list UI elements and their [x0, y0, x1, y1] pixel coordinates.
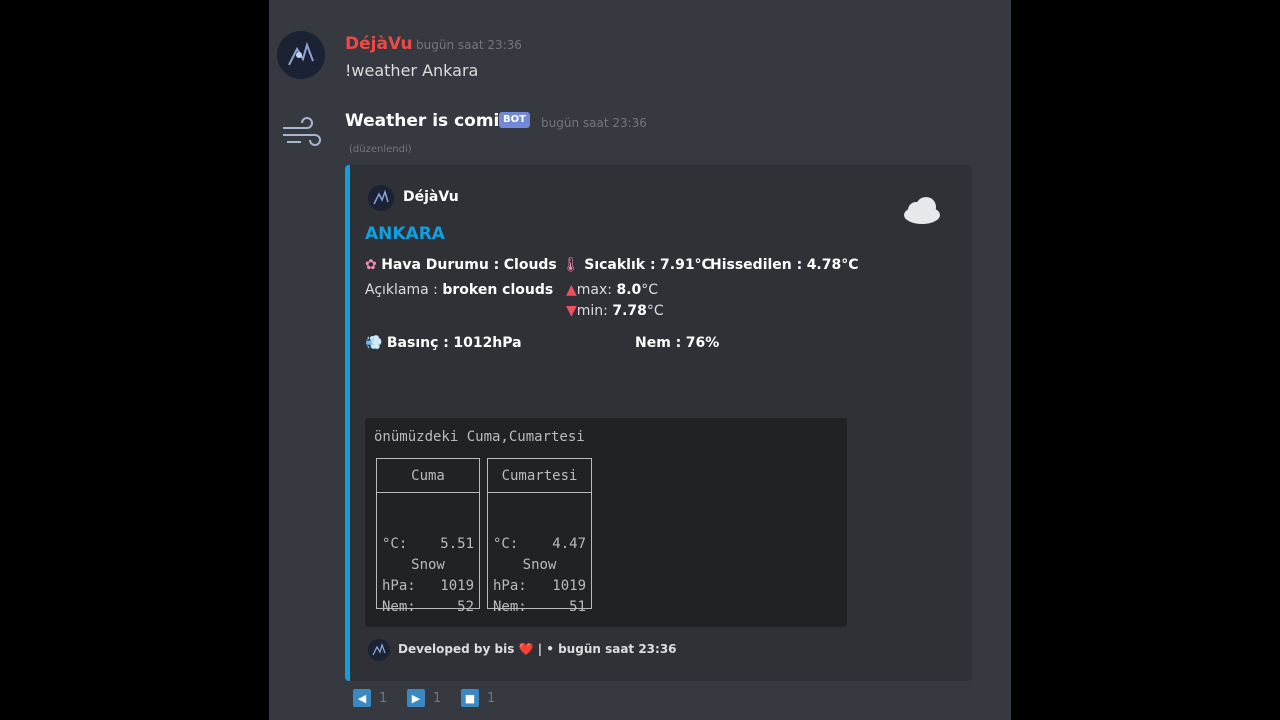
stop-icon: ■: [461, 689, 479, 707]
forecast-code-block: önümüzdeki Cuma,Cumartesi Cuma °C: 5.51 S…: [365, 418, 847, 627]
temp-row: °C: 4.47: [493, 536, 586, 552]
day-header: Cumartesi: [488, 459, 591, 493]
dark-anime-avatar-icon: [368, 639, 390, 661]
dark-anime-avatar-icon: [368, 185, 394, 211]
down-triangle-icon: ▼: [566, 303, 577, 319]
sicaklik-field: 🌡 Sıcaklık : 7.91°C: [562, 257, 712, 273]
forecast-heading: önümüzdeki Cuma,Cumartesi: [374, 429, 585, 445]
bot-username[interactable]: Weather is comin': [345, 111, 517, 131]
max-field: ▲max: 8.0°C: [566, 282, 659, 298]
timestamp: bugün saat 23:36: [416, 38, 522, 52]
edited-label: (düzenlendi): [349, 144, 412, 155]
hava-durumu-field: ✿ Hava Durumu : Clouds: [365, 257, 557, 273]
bot-badge: BOT: [499, 112, 530, 128]
forecast-table-cumartesi: Cumartesi °C: 4.47 Snow hPa: 1019 Nem: 51: [487, 458, 592, 615]
nem-field: Nem : 76%: [635, 335, 720, 351]
condition-row: Snow: [522, 557, 557, 573]
embed-author[interactable]: DéjàVu: [403, 189, 459, 205]
pressure-row: hPa: 1019: [493, 578, 586, 594]
footer-avatar: [368, 639, 390, 661]
timestamp: bugün saat 23:36: [541, 116, 647, 130]
left-arrow-icon: ◀: [353, 689, 371, 707]
temp-row: °C: 5.51: [382, 536, 474, 552]
user-avatar[interactable]: [277, 31, 325, 79]
min-field: ▼min: 7.78°C: [566, 303, 664, 319]
dark-anime-avatar-icon: [277, 31, 325, 79]
reaction-right[interactable]: ▶ 1: [407, 688, 441, 708]
humidity-row: Nem: 51: [493, 599, 586, 615]
wind-icon: [283, 117, 321, 146]
flower-icon: ✿: [365, 257, 377, 273]
embed-title[interactable]: ANKARA: [365, 224, 445, 244]
humidity-row: Nem: 52: [382, 599, 474, 615]
heart-icon: ❤️: [518, 642, 534, 656]
chat-window: DéjàVu bugün saat 23:36 !weather Ankara …: [269, 0, 1011, 720]
bot-avatar[interactable]: [277, 110, 325, 158]
day-header: Cuma: [377, 459, 479, 493]
reaction-count: 1: [487, 690, 496, 706]
embed-footer: Developed by bis ❤️ | • bugün saat 23:36: [398, 642, 677, 656]
weather-embed: DéjàVu ANKARA ✿ Hava Durumu : Clouds 🌡 S…: [345, 165, 972, 681]
basinc-field: 💨 Basınç : 1012hPa: [365, 335, 522, 351]
hissedilen-field: Hissedilen : 4.78°C: [710, 257, 859, 273]
dash-icon: 💨: [365, 335, 383, 351]
cloud-icon: [900, 195, 942, 231]
username[interactable]: DéjàVu: [345, 34, 413, 54]
right-arrow-icon: ▶: [407, 689, 425, 707]
reaction-count: 1: [379, 690, 388, 706]
forecast-table-cuma: Cuma °C: 5.51 Snow hPa: 1019 Nem: 52: [376, 458, 480, 615]
thermometer-icon: 🌡: [562, 257, 580, 273]
reaction-stop[interactable]: ■ 1: [461, 688, 495, 708]
condition-row: Snow: [411, 557, 445, 573]
reaction-left[interactable]: ◀ 1: [353, 688, 387, 708]
message-text: !weather Ankara: [345, 61, 479, 80]
pressure-row: hPa: 1019: [382, 578, 474, 594]
up-triangle-icon: ▲: [566, 282, 577, 298]
aciklama-field: Açıklama : broken clouds: [365, 282, 554, 298]
author-avatar: [368, 185, 394, 211]
reaction-count: 1: [433, 690, 442, 706]
